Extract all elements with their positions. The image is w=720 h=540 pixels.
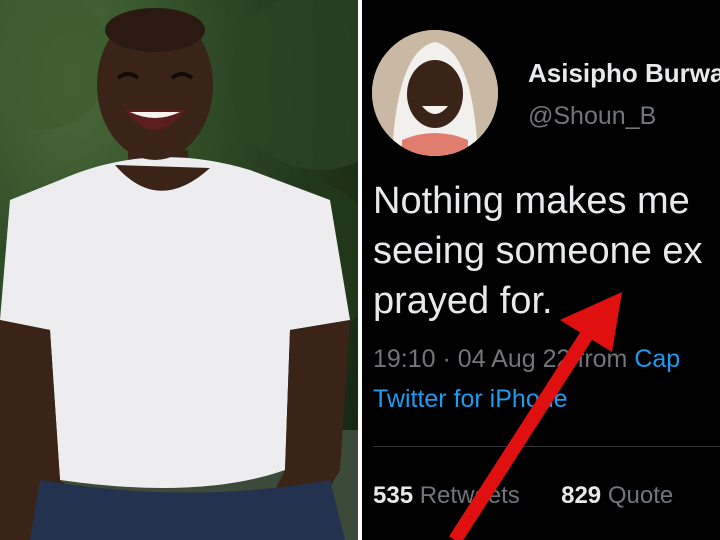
from-label: from	[577, 345, 628, 373]
tweet-text-line: seeing someone ex	[373, 230, 703, 272]
divider	[373, 446, 720, 447]
person-photo	[0, 0, 358, 540]
retweets-count[interactable]: 535	[373, 482, 413, 509]
avatar-icon	[372, 30, 498, 156]
display-name[interactable]: Asisipho Burwa	[528, 58, 720, 89]
retweets-label[interactable]: Retweets	[420, 482, 520, 509]
tweet-source-link[interactable]: Twitter for iPhone	[373, 385, 568, 414]
tweet-text: Nothing makes me seeing someone ex praye…	[373, 176, 720, 326]
meta-separator: ·	[442, 345, 451, 373]
quotes-count[interactable]: 829	[561, 482, 601, 509]
quotes-label[interactable]: Quote	[608, 482, 673, 509]
tweet-timestamp[interactable]: 19:10 · 04 Aug 22 from Cap	[373, 345, 680, 374]
user-avatar[interactable]	[372, 30, 498, 156]
tweet-location-link[interactable]: Cap	[634, 345, 680, 373]
tweet-text-line: prayed for.	[373, 280, 553, 322]
user-handle[interactable]: @Shoun_B	[528, 102, 656, 131]
tweet-stats: 535 Retweets 829 Quote	[373, 482, 673, 510]
tweet-date[interactable]: 04 Aug 22	[458, 345, 571, 373]
tweet-time[interactable]: 19:10	[373, 345, 436, 373]
tweet-text-line: Nothing makes me	[373, 180, 690, 222]
person-illustration	[0, 0, 358, 540]
